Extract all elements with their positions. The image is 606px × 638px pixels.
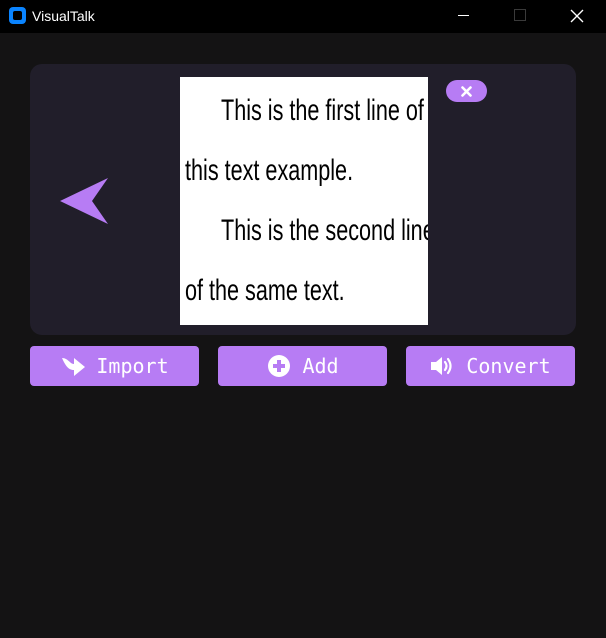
- convert-label: Convert: [466, 354, 551, 378]
- app-window: VisualTalk This is the first line of thi…: [0, 0, 606, 638]
- preview-line: this text example.: [185, 154, 354, 187]
- add-label: Add: [302, 354, 339, 378]
- arrow-left-icon: [60, 178, 108, 224]
- share-arrow-icon: [60, 354, 86, 378]
- preview-panel: This is the first line of this text exam…: [30, 64, 576, 335]
- preview-line: This is the second line: [221, 214, 428, 247]
- close-icon: [461, 86, 472, 97]
- plus-circle-icon: [266, 354, 292, 378]
- remove-image-button[interactable]: [446, 80, 487, 102]
- maximize-button[interactable]: [491, 0, 549, 33]
- title-bar: VisualTalk: [0, 0, 606, 33]
- add-button[interactable]: Add: [218, 346, 387, 386]
- previous-button[interactable]: [58, 176, 110, 226]
- window-close-icon: [570, 9, 584, 23]
- preview-line: of the same text.: [185, 274, 345, 307]
- window-title: VisualTalk: [32, 8, 95, 24]
- preview-line: This is the first line of: [221, 94, 424, 127]
- convert-button[interactable]: Convert: [406, 346, 575, 386]
- app-logo-icon: [9, 7, 26, 24]
- import-button[interactable]: Import: [30, 346, 199, 386]
- import-label: Import: [96, 354, 169, 378]
- minimize-button[interactable]: [435, 0, 493, 33]
- image-preview: This is the first line of this text exam…: [180, 77, 428, 325]
- window-close-button[interactable]: [548, 0, 606, 33]
- volume-icon: [430, 354, 456, 378]
